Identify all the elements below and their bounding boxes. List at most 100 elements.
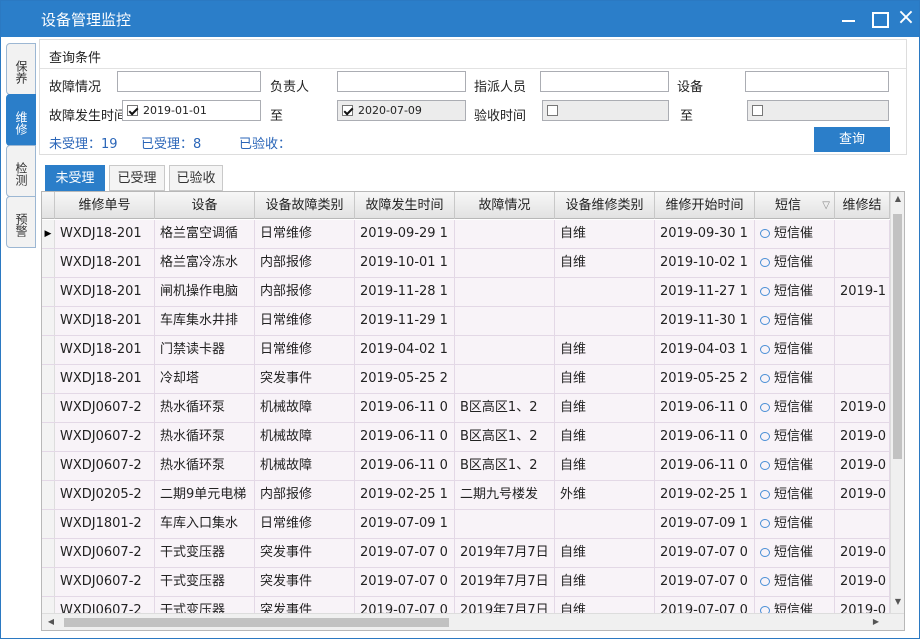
cell-sms[interactable]: 短信催 bbox=[755, 307, 835, 335]
table-row[interactable]: WXDJ0607-2 干式变压器 突发事件 2019-07-07 0 2019年7月7日… bbox=[42, 597, 890, 613]
column-header-fault-time[interactable]: 故障发生时间 bbox=[355, 192, 455, 219]
fault-time-from-checkbox[interactable] bbox=[127, 105, 138, 116]
table-row[interactable]: WXDJ18-201 冷却塔 突发事件 2019-05-25 2 自维 2019-05-2… bbox=[42, 365, 890, 394]
row-indicator[interactable] bbox=[42, 423, 55, 451]
scroll-down-arrow[interactable]: ▼ bbox=[891, 597, 904, 606]
cell-repair-end: 2019-1 bbox=[835, 278, 890, 306]
cell-sms[interactable]: 短信催 bbox=[755, 568, 835, 596]
cell-repair-type bbox=[555, 278, 655, 306]
filter-icon[interactable]: ▽ bbox=[822, 192, 830, 219]
cell-sms[interactable]: 短信催 bbox=[755, 539, 835, 567]
query-divider bbox=[40, 68, 906, 69]
row-indicator[interactable] bbox=[42, 510, 55, 538]
fault-time-from-picker[interactable]: 2019-01-01 bbox=[122, 100, 261, 121]
close-button[interactable]: × bbox=[894, 7, 918, 31]
fault-input[interactable] bbox=[117, 71, 261, 92]
tab-verified[interactable]: 已验收 bbox=[169, 165, 223, 191]
table-row[interactable]: WXDJ0205-2 二期9单元电梯 内部报修 2019-02-25 1 二期九号楼发外… bbox=[42, 481, 890, 510]
cell-device: 干式变压器 bbox=[155, 568, 255, 596]
device-input[interactable] bbox=[745, 71, 889, 92]
row-indicator[interactable] bbox=[42, 481, 55, 509]
column-header-order-no[interactable]: 维修单号 bbox=[55, 192, 155, 219]
minimize-button[interactable] bbox=[837, 7, 861, 31]
column-header-repair-end[interactable]: 维修结 bbox=[835, 192, 890, 219]
horizontal-scroll-thumb[interactable] bbox=[64, 618, 449, 627]
column-header-fault-desc[interactable]: 故障情况 bbox=[455, 192, 555, 219]
table-row[interactable]: ▶ WXDJ18-201 格兰富空调循 日常维修 2019-09-29 1 自维 2019-… bbox=[42, 220, 890, 249]
accept-time-to-picker[interactable] bbox=[747, 100, 889, 121]
column-header-device[interactable]: 设备 bbox=[155, 192, 255, 219]
owner-input[interactable] bbox=[337, 71, 466, 92]
cell-sms[interactable]: 短信催 bbox=[755, 597, 835, 613]
cell-sms[interactable]: 短信催 bbox=[755, 220, 835, 248]
row-indicator[interactable] bbox=[42, 278, 55, 306]
side-tab-repair[interactable]: 维修 bbox=[6, 94, 36, 146]
cell-sms[interactable]: 短信催 bbox=[755, 249, 835, 277]
side-tab-warning[interactable]: 预警 bbox=[6, 196, 36, 248]
cell-sms[interactable]: 短信催 bbox=[755, 278, 835, 306]
accept-time-from-picker[interactable] bbox=[542, 100, 669, 121]
cell-sms[interactable]: 短信催 bbox=[755, 336, 835, 364]
assignee-input[interactable] bbox=[540, 71, 669, 92]
table-row[interactable]: WXDJ0607-2 热水循环泵 机械故障 2019-06-11 0 B区高区1、2 自维… bbox=[42, 452, 890, 481]
table-row[interactable]: WXDJ18-201 门禁读卡器 日常维修 2019-04-02 1 自维 2019-04… bbox=[42, 336, 890, 365]
column-header-fault-type[interactable]: 设备故障类别 bbox=[255, 192, 355, 219]
table-row[interactable]: WXDJ0607-2 干式变压器 突发事件 2019-07-07 0 2019年7月7日… bbox=[42, 568, 890, 597]
row-indicator[interactable] bbox=[42, 365, 55, 393]
table-row[interactable]: WXDJ18-201 闸机操作电脑 内部报修 2019-11-28 1 2019-11-… bbox=[42, 278, 890, 307]
cell-sms[interactable]: 短信催 bbox=[755, 452, 835, 480]
fault-time-to-picker[interactable]: 2020-07-09 bbox=[337, 100, 466, 121]
table-row[interactable]: WXDJ0607-2 干式变压器 突发事件 2019-07-07 0 2019年7月7日… bbox=[42, 539, 890, 568]
row-indicator[interactable] bbox=[42, 249, 55, 277]
cell-repair-end: 2019-0 bbox=[835, 452, 890, 480]
column-header-repair-start[interactable]: 维修开始时间 bbox=[655, 192, 755, 219]
cell-sms[interactable]: 短信催 bbox=[755, 423, 835, 451]
row-indicator[interactable] bbox=[42, 307, 55, 335]
owner-label: 负责人 bbox=[270, 80, 310, 95]
table-row[interactable]: WXDJ18-201 格兰富冷冻水 内部报修 2019-10-01 1 自维 2019-1… bbox=[42, 249, 890, 278]
maximize-button[interactable] bbox=[867, 7, 891, 31]
row-indicator[interactable] bbox=[42, 539, 55, 567]
search-button[interactable]: 查询 bbox=[814, 127, 890, 152]
row-indicator[interactable]: ▶ bbox=[42, 220, 55, 248]
cell-repair-type: 自维 bbox=[555, 365, 655, 393]
tab-accepted[interactable]: 已受理 bbox=[109, 165, 165, 191]
scroll-up-arrow[interactable]: ▲ bbox=[891, 194, 904, 203]
column-header-sms[interactable]: 短信 ▽ bbox=[755, 192, 835, 219]
tab-unaccepted[interactable]: 未受理 bbox=[45, 165, 105, 191]
scroll-right-arrow[interactable]: ▶ bbox=[871, 617, 881, 626]
vertical-scroll-thumb[interactable] bbox=[893, 214, 902, 459]
accept-time-from-checkbox[interactable] bbox=[547, 105, 558, 116]
table-row[interactable]: WXDJ0607-2 热水循环泵 机械故障 2019-06-11 0 B区高区1、2 自维… bbox=[42, 394, 890, 423]
cell-sms[interactable]: 短信催 bbox=[755, 481, 835, 509]
side-tab-maintenance[interactable]: 保养 bbox=[6, 43, 36, 95]
cell-device: 门禁读卡器 bbox=[155, 336, 255, 364]
column-header-repair-type[interactable]: 设备维修类别 bbox=[555, 192, 655, 219]
sms-icon bbox=[760, 403, 770, 412]
row-indicator[interactable] bbox=[42, 336, 55, 364]
cell-fault-time: 2019-06-11 0 bbox=[355, 423, 455, 451]
cell-fault-time: 2019-07-07 0 bbox=[355, 539, 455, 567]
table-row[interactable]: WXDJ1801-2 车库入口集水 日常维修 2019-07-09 1 2019-07-… bbox=[42, 510, 890, 539]
scroll-left-arrow[interactable]: ◀ bbox=[46, 617, 56, 626]
cell-sms[interactable]: 短信催 bbox=[755, 365, 835, 393]
side-tab-inspection[interactable]: 检测 bbox=[6, 145, 36, 197]
vertical-scrollbar[interactable]: ▲ ▼ bbox=[890, 192, 904, 613]
row-indicator[interactable] bbox=[42, 394, 55, 422]
query-panel-title: 查询条件 bbox=[49, 51, 102, 66]
cell-fault-type: 突发事件 bbox=[255, 597, 355, 613]
fault-time-to-checkbox[interactable] bbox=[342, 105, 353, 116]
row-indicator[interactable] bbox=[42, 452, 55, 480]
cell-order-no: WXDJ18-201 bbox=[55, 278, 155, 306]
row-indicator[interactable] bbox=[42, 568, 55, 596]
table-row[interactable]: WXDJ0607-2 热水循环泵 机械故障 2019-06-11 0 B区高区1、2 自维… bbox=[42, 423, 890, 452]
sms-icon bbox=[760, 519, 770, 528]
cell-sms[interactable]: 短信催 bbox=[755, 510, 835, 538]
row-indicator[interactable] bbox=[42, 597, 55, 613]
horizontal-scrollbar[interactable]: ◀ ▶ bbox=[42, 613, 904, 630]
cell-sms[interactable]: 短信催 bbox=[755, 394, 835, 422]
table-row[interactable]: WXDJ18-201 车库集水井排 日常维修 2019-11-29 1 2019-11-… bbox=[42, 307, 890, 336]
cell-fault-time: 2019-05-25 2 bbox=[355, 365, 455, 393]
accept-time-to-checkbox[interactable] bbox=[752, 105, 763, 116]
sms-icon bbox=[760, 316, 770, 325]
